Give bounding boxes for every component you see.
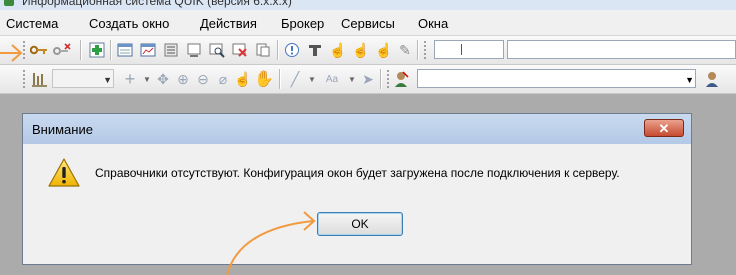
hand-icon[interactable]: ☝	[329, 41, 347, 59]
toolbar-separator	[417, 40, 418, 60]
dialog-body: Справочники отсутствуют. Конфигурация ок…	[23, 144, 691, 264]
copy-icon[interactable]	[254, 41, 272, 59]
close-button[interactable]: ✕	[644, 119, 684, 137]
user-search-icon[interactable]	[703, 70, 721, 88]
table-icon[interactable]	[116, 41, 134, 59]
hand-open-icon[interactable]: ✋	[254, 70, 274, 88]
order-icon[interactable]	[185, 41, 203, 59]
account-input[interactable]	[507, 40, 736, 59]
toolbar-grip[interactable]	[386, 69, 390, 89]
add-icon[interactable]	[88, 41, 106, 59]
dialog-titlebar[interactable]: Внимание ✕	[23, 114, 691, 144]
menu-item-broker[interactable]: Брокер	[281, 16, 324, 31]
client-select[interactable]: ▼	[417, 69, 696, 88]
toolbar-grip[interactable]	[22, 69, 26, 89]
toolbar-grip[interactable]	[423, 40, 427, 60]
menu-item-create-window[interactable]: Создать окно	[89, 16, 169, 31]
volume-input[interactable]	[434, 40, 504, 59]
font-icon[interactable]: Aa	[321, 70, 343, 88]
toolbar-separator	[277, 40, 278, 60]
hand2-icon[interactable]: ☝	[352, 41, 370, 59]
eraser-icon[interactable]: ⌀	[214, 70, 232, 88]
menu-item-actions[interactable]: Действия	[200, 16, 257, 31]
move-icon[interactable]: ✥	[154, 70, 172, 88]
menu-bar: Система Создать окно Действия Брокер Сер…	[0, 10, 736, 36]
toolbar-grip[interactable]	[22, 40, 26, 60]
alert-icon[interactable]	[283, 41, 301, 59]
toolbar-main: ☝ ☝ ☝ ✎	[0, 36, 736, 65]
chart-icon[interactable]	[139, 41, 157, 59]
hand3-icon[interactable]: ☝	[375, 41, 393, 59]
menu-item-windows[interactable]: Окна	[418, 16, 448, 31]
zoom-out-icon[interactable]: ⊖	[194, 70, 212, 88]
window-title: Информационная система QUIK (версия 6.x.…	[22, 0, 292, 8]
zoom-in-icon[interactable]: ⊕	[174, 70, 192, 88]
chevron-down-icon: ▼	[103, 75, 112, 85]
toolbar-chart: ▼ + ▼ ✥ ⊕ ⊖ ⌀ ☝ ✋ ╱ ▼ Aa ▼ ➤ ▼	[0, 65, 736, 94]
user-icon[interactable]	[392, 70, 410, 88]
warning-dialog: Внимание ✕ Справочники отсутствуют. Конф…	[22, 113, 692, 265]
menu-item-system[interactable]: Система	[6, 16, 58, 31]
chevron-down-icon[interactable]: ▼	[303, 70, 321, 88]
dialog-message: Справочники отсутствуют. Конфигурация ок…	[95, 166, 620, 180]
plus-icon[interactable]: +	[121, 69, 139, 89]
text-icon[interactable]	[306, 41, 324, 59]
arrow-icon[interactable]: ➤	[359, 70, 377, 88]
ok-button[interactable]: OK	[317, 212, 403, 236]
list-icon[interactable]	[162, 41, 180, 59]
warning-icon	[47, 157, 81, 192]
chevron-down-icon: ▼	[685, 75, 694, 85]
pen-icon[interactable]: ✎	[396, 41, 414, 59]
disconnect-key-icon[interactable]	[53, 41, 71, 59]
app-icon	[4, 0, 14, 6]
toolbar-separator	[279, 69, 280, 89]
menu-item-services[interactable]: Сервисы	[341, 16, 395, 31]
connect-key-icon[interactable]	[30, 41, 48, 59]
window-titlebar: Информационная система QUIK (версия 6.x.…	[0, 0, 736, 10]
dialog-title: Внимание	[32, 122, 93, 137]
period-select[interactable]: ▼	[52, 69, 114, 88]
search-icon[interactable]	[208, 41, 226, 59]
toolbar-separator	[110, 40, 111, 60]
hand-icon[interactable]: ☝	[234, 70, 252, 88]
chart-bars-icon[interactable]	[30, 70, 48, 88]
filter-icon[interactable]	[231, 41, 249, 59]
toolbar-separator	[380, 69, 381, 89]
toolbar-separator	[80, 40, 81, 60]
line-icon[interactable]: ╱	[286, 70, 304, 88]
